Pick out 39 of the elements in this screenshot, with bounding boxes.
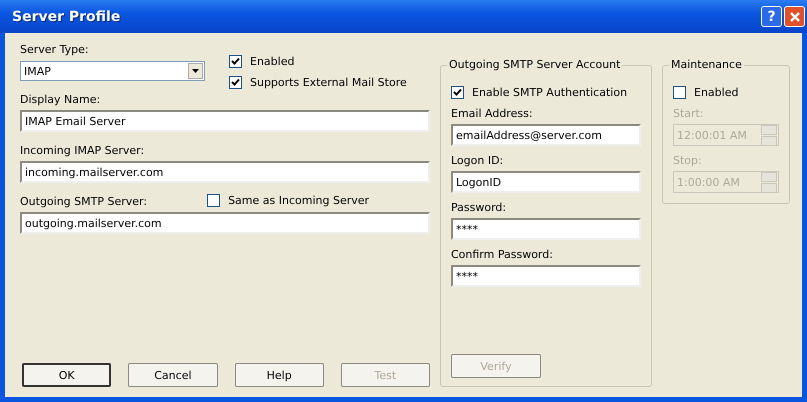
- field-label: Confirm Password:: [451, 248, 554, 262]
- help-button[interactable]: ?: [761, 6, 782, 27]
- checkbox-label: Supports External Mail Store: [250, 76, 407, 89]
- checkbox-label: Enabled: [250, 55, 294, 68]
- field-label: Email Address:: [451, 107, 534, 121]
- text-field[interactable]: incoming.mailserver.com: [20, 161, 430, 183]
- field-label: Logon ID:: [451, 154, 504, 168]
- text-field[interactable]: ****: [451, 218, 641, 240]
- field-label: Outgoing SMTP Server:: [20, 195, 148, 209]
- text-field[interactable]: IMAP Email Server: [20, 110, 430, 132]
- checkbox[interactable]: [207, 194, 220, 206]
- server-type-dropdown[interactable]: IMAP: [20, 61, 205, 81]
- dialog-button[interactable]: Cancel: [128, 363, 218, 387]
- field-label: Incoming IMAP Server:: [20, 144, 144, 158]
- dialog-button[interactable]: OK: [22, 363, 112, 387]
- text-field[interactable]: emailAddress@server.com: [451, 124, 641, 146]
- window-title: Server Profile: [12, 8, 120, 24]
- close-button[interactable]: [784, 6, 805, 27]
- field-label: Start:: [673, 107, 705, 121]
- group-title: Maintenance: [669, 58, 744, 71]
- checkbox[interactable]: [673, 86, 686, 99]
- spin-arrows-icon: [761, 124, 777, 146]
- checkbox[interactable]: [229, 55, 242, 68]
- field-label: Stop:: [673, 154, 703, 168]
- checkbox-label: Same as Incoming Server: [228, 194, 370, 206]
- checkbox-label: Enable SMTP Authentication: [472, 86, 628, 99]
- spin-arrows-icon: [761, 172, 777, 192]
- checkbox[interactable]: [451, 86, 464, 99]
- checkbox[interactable]: [229, 76, 242, 89]
- checkbox-label: Enabled: [694, 86, 738, 99]
- field-label: Server Type:: [20, 43, 90, 57]
- text-field[interactable]: ****: [451, 265, 641, 287]
- close-icon: [788, 10, 800, 22]
- dialog-button[interactable]: Help: [234, 363, 324, 387]
- text-field[interactable]: LogonID: [451, 171, 641, 193]
- text-field[interactable]: outgoing.mailserver.com: [20, 212, 430, 234]
- field-label: Display Name:: [20, 93, 100, 107]
- group-title: Outgoing SMTP Server Account: [447, 58, 622, 71]
- field-label: Password:: [451, 201, 508, 215]
